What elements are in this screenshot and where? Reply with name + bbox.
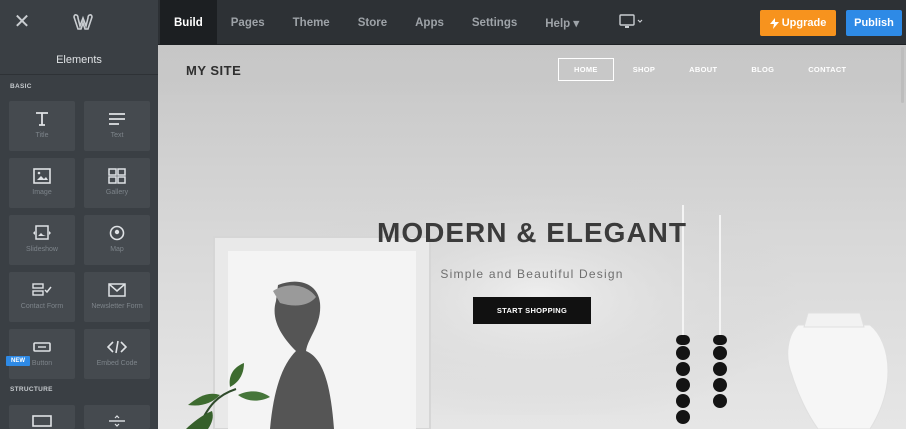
new-badge: NEW	[6, 356, 30, 366]
element-text[interactable]: Text	[84, 101, 150, 151]
site-brand[interactable]: MY SITE	[186, 63, 241, 78]
publish-button[interactable]: Publish	[846, 10, 902, 36]
element-gallery[interactable]: Gallery	[84, 158, 150, 208]
tile-label: Title	[35, 132, 49, 139]
tile-label: Slideshow	[26, 246, 58, 253]
image-icon	[33, 167, 51, 185]
title-icon	[34, 110, 50, 128]
slideshow-icon	[30, 224, 54, 242]
tab-settings[interactable]: Settings	[458, 0, 531, 45]
element-newsletter-form[interactable]: Newsletter Form	[84, 272, 150, 322]
contact-form-icon	[32, 281, 52, 299]
tab-apps[interactable]: Apps	[401, 0, 458, 45]
tile-label: Map	[110, 246, 124, 253]
section-label-structure: STRUCTURE	[10, 386, 53, 393]
site-nav-shop[interactable]: SHOP	[618, 59, 670, 80]
tab-help[interactable]: Help ▾	[531, 0, 593, 45]
element-contact-form[interactable]: Contact Form	[9, 272, 75, 322]
section-icon	[32, 412, 52, 429]
desktop-device-icon[interactable]	[619, 14, 649, 30]
tile-label: Contact Form	[20, 303, 64, 310]
element-image[interactable]: Image	[9, 158, 75, 208]
tile-label: Gallery	[105, 189, 129, 196]
hero-subtitle[interactable]: Simple and Beautiful Design	[158, 267, 906, 281]
gallery-icon	[108, 167, 126, 185]
element-title[interactable]: Title	[9, 101, 75, 151]
top-bar: ✕ Build Pages Theme Store Apps Settings …	[0, 0, 906, 45]
tile-label: Image	[32, 189, 52, 196]
canvas-scrollbar[interactable]	[901, 47, 904, 103]
section-label-basic: BASIC	[10, 83, 32, 90]
site-nav-about[interactable]: ABOUT	[674, 59, 732, 80]
element-map[interactable]: Map	[84, 215, 150, 265]
tile-label: Embed Code	[96, 360, 138, 367]
upgrade-label: Upgrade	[781, 17, 827, 29]
text-icon	[108, 110, 126, 128]
weebly-logo-icon[interactable]	[72, 12, 94, 32]
site-preview-canvas[interactable]: MY SITE HOME SHOP ABOUT BLOG CONTACT MOD…	[158, 45, 906, 429]
button-icon	[33, 338, 51, 356]
main-nav: Build Pages Theme Store Apps Settings He…	[160, 0, 593, 45]
start-shopping-button[interactable]: START SHOPPING	[473, 297, 591, 324]
element-embed-code[interactable]: Embed Code	[84, 329, 150, 379]
site-nav-contact[interactable]: CONTACT	[793, 59, 861, 80]
tab-pages[interactable]: Pages	[217, 0, 279, 45]
tab-build[interactable]: Build	[160, 0, 217, 45]
newsletter-icon	[108, 281, 126, 299]
tile-label: Newsletter Form	[91, 303, 143, 310]
tile-label: Text	[110, 132, 124, 139]
map-icon	[109, 224, 125, 242]
close-icon[interactable]: ✕	[12, 11, 32, 33]
element-button[interactable]: Button	[9, 329, 75, 379]
upgrade-button[interactable]: Upgrade	[760, 10, 836, 36]
tab-store[interactable]: Store	[344, 0, 401, 45]
tile-label: Button	[31, 360, 53, 367]
embed-code-icon	[107, 338, 127, 356]
hero-title[interactable]: MODERN & ELEGANT	[158, 217, 906, 249]
site-nav: HOME SHOP ABOUT BLOG CONTACT	[558, 58, 861, 81]
lightning-icon	[769, 17, 779, 29]
element-slideshow[interactable]: Slideshow	[9, 215, 75, 265]
divider-icon	[108, 412, 126, 429]
site-nav-home[interactable]: HOME	[558, 58, 614, 81]
tab-theme[interactable]: Theme	[279, 0, 344, 45]
elements-sidebar: Elements BASIC Title Text Image Gallery …	[0, 45, 158, 429]
sidebar-title: Elements	[0, 45, 158, 75]
element-divider[interactable]	[84, 405, 150, 429]
site-nav-blog[interactable]: BLOG	[736, 59, 789, 80]
element-section[interactable]	[9, 405, 75, 429]
